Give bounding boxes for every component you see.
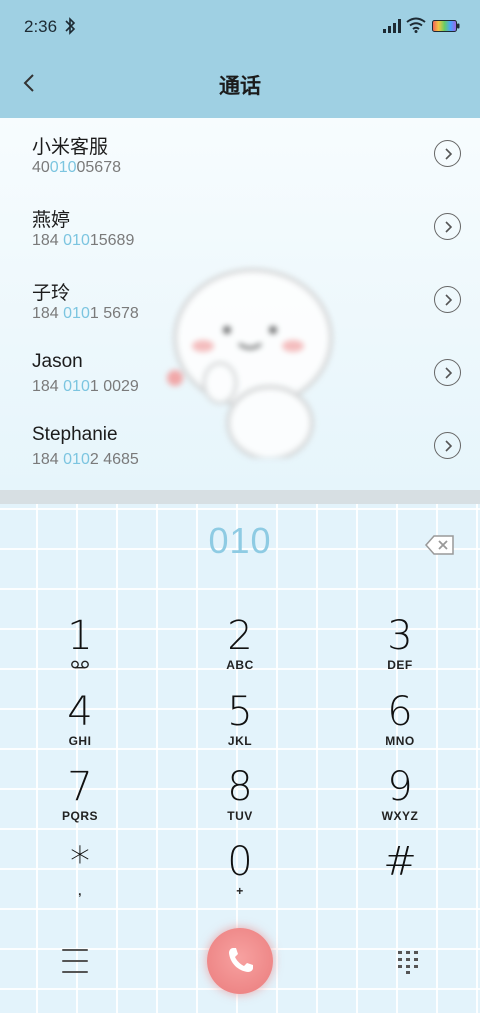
keypad-toggle-icon[interactable] <box>396 949 420 975</box>
contact-detail-button[interactable] <box>434 359 461 386</box>
contact-name: 燕婷 <box>32 210 71 231</box>
contact-row[interactable]: 燕婷 184 01015689 <box>0 191 480 264</box>
dial-key-hash[interactable]: # <box>335 840 465 914</box>
chevron-right-icon <box>444 147 452 160</box>
dial-key-2[interactable]: 2 ABC <box>175 614 305 688</box>
voicemail-icon <box>71 660 89 669</box>
app-header: 2:36 通话 <box>0 0 480 118</box>
contact-number: 184 0101 0029 <box>32 378 139 395</box>
backspace-icon[interactable] <box>424 533 456 557</box>
dial-key-0[interactable]: 0 + <box>175 840 305 914</box>
contact-name: Jason <box>32 351 83 372</box>
dial-key-star[interactable]: * , <box>15 840 145 914</box>
list-divider <box>0 490 480 504</box>
chevron-right-icon <box>444 293 452 306</box>
status-time: 2:36 <box>24 17 58 36</box>
contact-detail-button[interactable] <box>434 213 461 240</box>
signal-icon <box>383 19 401 33</box>
contact-number: 4001005678 <box>32 159 121 176</box>
chevron-right-icon <box>444 220 452 233</box>
contact-name: 子玲 <box>32 283 71 304</box>
call-button[interactable] <box>207 928 273 994</box>
dial-key-9[interactable]: 9 WXYZ <box>335 765 465 839</box>
contact-number: 184 01015689 <box>32 232 135 249</box>
contact-row[interactable]: 子玲 184 0101 5678 <box>0 264 480 337</box>
page-title: 通话 <box>219 75 261 98</box>
dial-key-8[interactable]: 8 TUV <box>175 765 305 839</box>
wifi-icon <box>406 17 426 33</box>
dial-key-7[interactable]: 7 PQRS <box>15 765 145 839</box>
dial-key-5[interactable]: 5 JKL <box>175 690 305 764</box>
contact-row[interactable]: 小米客服 4001005678 <box>0 118 480 191</box>
contact-suggestion-list: 小米客服 4001005678 燕婷 184 01015689 子玲 184 0… <box>0 118 480 490</box>
contact-detail-button[interactable] <box>434 432 461 459</box>
bluetooth-icon <box>65 17 76 35</box>
dial-number-display[interactable]: 010 <box>0 520 480 562</box>
phone-icon <box>229 948 253 972</box>
dial-key-6[interactable]: 6 MNO <box>335 690 465 764</box>
contact-row[interactable]: Jason 184 0101 0029 <box>0 337 480 410</box>
contact-number: 184 0102 4685 <box>32 451 139 468</box>
contact-name: 小米客服 <box>32 137 109 158</box>
status-bar: 2:36 <box>0 0 480 52</box>
chevron-right-icon <box>444 366 452 379</box>
contact-row[interactable]: Stephanie 184 0102 4685 <box>0 410 480 483</box>
contact-number: 184 0101 5678 <box>32 305 139 322</box>
contact-detail-button[interactable] <box>434 286 461 313</box>
dial-key-4[interactable]: 4 GHI <box>15 690 145 764</box>
contact-name: Stephanie <box>32 424 118 445</box>
chevron-right-icon <box>444 439 452 452</box>
contact-detail-button[interactable] <box>434 140 461 167</box>
menu-icon[interactable] <box>62 949 88 973</box>
dialer-action-bar <box>0 925 480 1005</box>
dial-key-3[interactable]: 3 DEF <box>335 614 465 688</box>
dial-key-1[interactable]: 1 <box>15 614 145 688</box>
battery-icon <box>432 20 460 32</box>
